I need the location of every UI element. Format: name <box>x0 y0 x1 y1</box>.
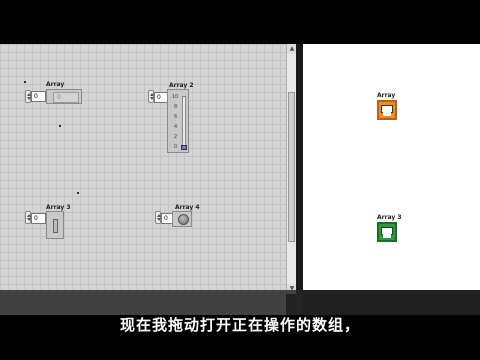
index-display[interactable]: 0 <box>31 91 46 102</box>
slider-tick-label: 0 <box>174 144 178 150</box>
array-2-label: Array 2 <box>169 82 194 89</box>
block-diagram[interactable]: Array Array 3 <box>303 44 480 315</box>
front-panel[interactable]: Array 0 0 Array 2 0 10 8 6 4 2 0 Array 3… <box>0 44 286 315</box>
array-3-terminal-icon[interactable] <box>377 222 397 242</box>
subtitle-band <box>0 290 480 315</box>
array-terminal-icon[interactable] <box>377 100 397 120</box>
array-4-label: Array 4 <box>175 204 200 211</box>
array-4-frame <box>172 211 192 227</box>
array-3-label: Array 3 <box>46 204 71 211</box>
terminal-label: Array 3 <box>377 214 402 221</box>
array-2-frame: 10 8 6 4 2 0 <box>167 89 189 153</box>
boolean-toggle[interactable] <box>53 219 58 233</box>
knob-icon[interactable] <box>178 214 189 225</box>
slider-tick-label: 4 <box>174 124 178 130</box>
array-3-frame <box>46 211 64 239</box>
grid-marker <box>24 81 26 83</box>
slider-track[interactable] <box>182 96 186 150</box>
slider-tick-label: 2 <box>174 134 178 140</box>
array-element[interactable]: 0 <box>53 92 79 103</box>
terminal-label: Array <box>377 92 396 99</box>
video-subtitle: 现在我拖动打开正在操作的数组， <box>119 316 360 334</box>
window-divider <box>296 44 303 315</box>
slider-tick-label: 10 <box>172 94 179 100</box>
slider-tick-label: 6 <box>174 114 178 120</box>
mouse-cursor <box>59 125 61 127</box>
labview-workspace: Array 0 0 Array 2 0 10 8 6 4 2 0 Array 3… <box>0 44 480 315</box>
grid-marker <box>77 192 79 194</box>
array-label: Array <box>46 81 65 88</box>
slider-tick-label: 8 <box>174 104 178 110</box>
slider-thumb[interactable] <box>181 145 187 150</box>
array-frame: 0 <box>46 89 82 104</box>
index-display[interactable]: 0 <box>31 213 46 224</box>
scroll-thumb[interactable] <box>288 92 295 242</box>
